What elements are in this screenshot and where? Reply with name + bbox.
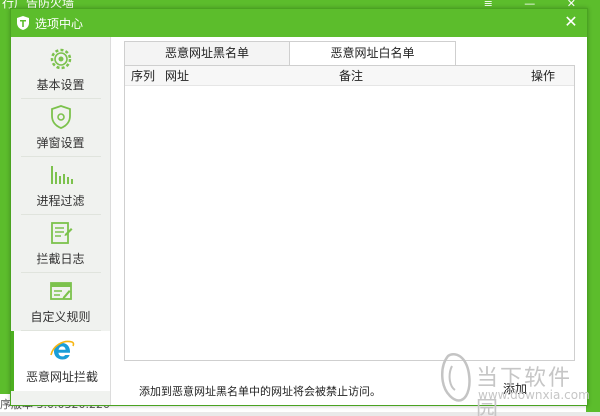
close-icon[interactable]: ✕: [561, 12, 581, 32]
tab-whitelist[interactable]: 恶意网址白名单: [290, 41, 456, 65]
firewall-logo-icon: [15, 15, 31, 31]
sidebar-item-label: 弹窗设置: [36, 135, 85, 150]
sidebar-item-malicious-url-block[interactable]: 恶意网址拦截: [11, 331, 110, 391]
tab-bar: 恶意网址黑名单 恶意网址白名单: [124, 41, 456, 65]
site-watermark: 当下软件园 www.downxia.com: [436, 352, 590, 416]
sidebar-item-custom-rules[interactable]: 自定义规则: [11, 273, 110, 329]
content-panel: 恶意网址黑名单 恶意网址白名单 序列 网址 备注 操作 添加到恶意网址黑名单中的…: [111, 37, 587, 405]
sidebar-item-label: 拦截日志: [36, 251, 85, 266]
sidebar-item-label: 恶意网址拦截: [25, 369, 98, 384]
column-header-note: 备注: [339, 69, 364, 83]
sidebar-item-label: 基本设置: [36, 77, 85, 92]
column-header-url: 网址: [165, 69, 190, 83]
background-left-edge: [0, 10, 10, 394]
options-center-dialog: 选项中心 ✕ 基本设置 弹窗设置 进程过滤 拦截日志 自定义规则 恶意网址拦截 …: [10, 8, 588, 406]
gear-icon: [50, 48, 71, 69]
document-icon: [50, 221, 72, 244]
shield-icon: [50, 104, 71, 129]
table-header: 序列 网址 备注 操作: [125, 66, 574, 86]
edit-icon: [49, 281, 72, 300]
tab-blacklist[interactable]: 恶意网址黑名单: [124, 41, 290, 65]
column-header-index: 序列: [131, 69, 156, 83]
ie-icon: [50, 340, 75, 359]
sidebar-item-block-log[interactable]: 拦截日志: [11, 215, 110, 271]
column-header-action: 操作: [531, 69, 556, 83]
background-right-edge: [586, 10, 600, 416]
sidebar-item-basic-settings[interactable]: 基本设置: [11, 41, 110, 97]
dialog-title-bar[interactable]: 选项中心 ✕: [11, 9, 587, 37]
watermark-url: www.downxia.com: [478, 388, 590, 402]
sidebar-item-popup-settings[interactable]: 弹窗设置: [11, 99, 110, 155]
sidebar-item-process-filter[interactable]: 进程过滤: [11, 157, 110, 213]
blacklist-hint-text: 添加到恶意网址黑名单中的网址将会被禁止访问。: [139, 385, 381, 398]
bars-icon: [50, 165, 73, 184]
sidebar-item-label: 进程过滤: [36, 193, 85, 208]
sidebar-item-label: 自定义规则: [30, 309, 91, 324]
dialog-title: 选项中心: [35, 16, 84, 31]
url-list-table[interactable]: 序列 网址 备注 操作: [124, 65, 575, 361]
options-sidebar: 基本设置 弹窗设置 进程过滤 拦截日志 自定义规则 恶意网址拦截: [11, 37, 111, 405]
